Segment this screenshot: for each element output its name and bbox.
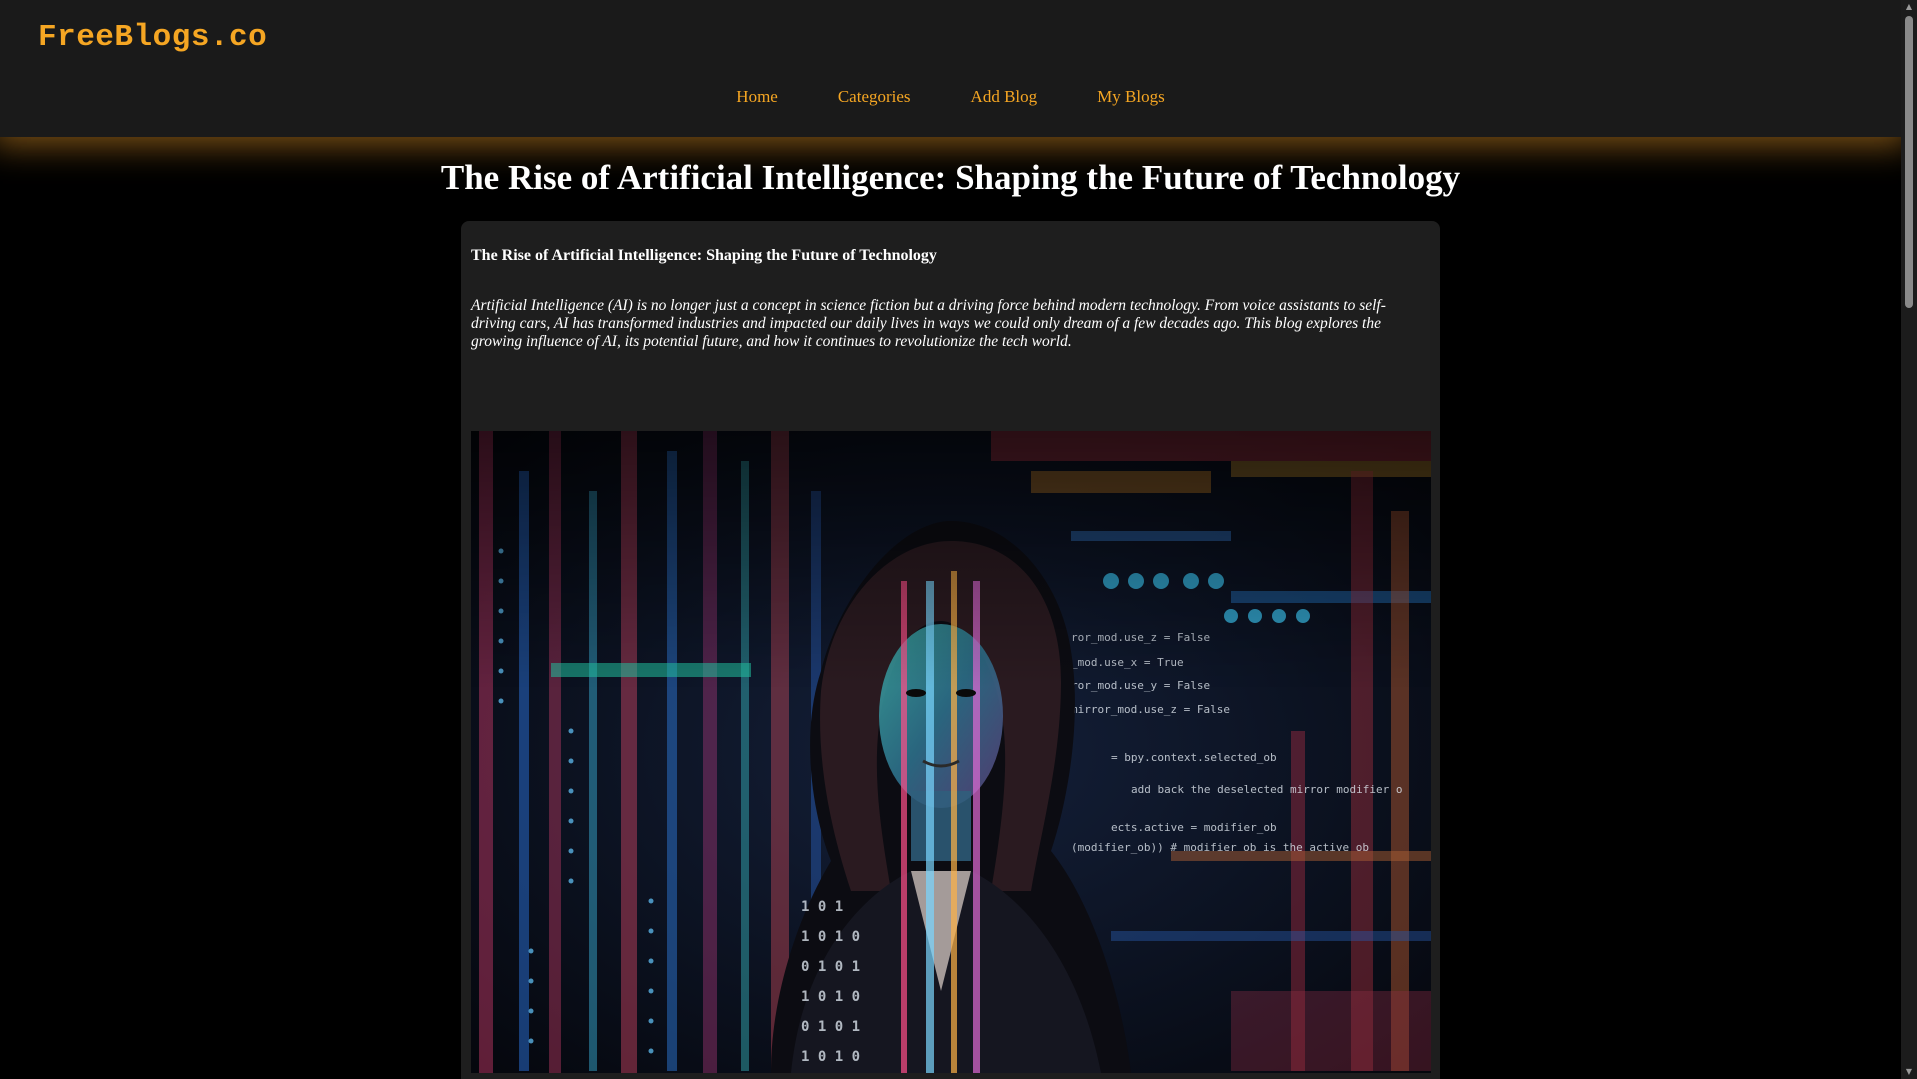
nav-link-add-blog[interactable]: Add Blog [971,87,1038,107]
hero-image-graphic: ror_mod.use_z = False _mod.use_x = True … [471,431,1431,1073]
page: FreeBlogs.co Home Categories Add Blog My… [0,0,1917,1079]
scrollbar-thumb[interactable] [1905,16,1913,308]
site-logo[interactable]: FreeBlogs.co [38,20,267,55]
blog-post-card: The Rise of Artificial Intelligence: Sha… [461,221,1440,1079]
nav-link-my-blogs[interactable]: My Blogs [1097,87,1165,107]
page-scrollbar[interactable]: ▲ ▼ [1901,0,1917,1079]
scroll-down-arrow-icon[interactable]: ▼ [1901,1065,1917,1079]
page-title: The Rise of Artificial Intelligence: Sha… [440,158,1461,197]
site-header: FreeBlogs.co Home Categories Add Blog My… [0,0,1901,137]
nav-link-home[interactable]: Home [736,87,778,107]
nav-link-categories[interactable]: Categories [838,87,911,107]
post-intro: Artificial Intelligence (AI) is no longe… [471,297,1386,350]
post-title: The Rise of Artificial Intelligence: Sha… [471,247,937,264]
post-hero-image: ror_mod.use_z = False _mod.use_x = True … [471,431,1431,1073]
main-nav: Home Categories Add Blog My Blogs [0,87,1901,107]
scroll-up-arrow-icon[interactable]: ▲ [1901,0,1917,14]
